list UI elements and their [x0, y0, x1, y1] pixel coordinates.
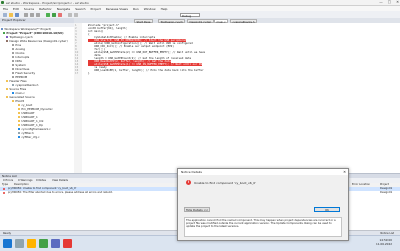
- new-file-icon[interactable]: [3, 12, 7, 17]
- notice-description: prj.M0050: The filter aborted due to err…: [8, 191, 113, 194]
- app-icon: [1, 1, 4, 4]
- window-title: e2 studio - Workspace - Project/src/proj…: [6, 0, 89, 5]
- dialog-title: Notice Details: [178, 169, 348, 175]
- start-menu-icon[interactable]: [3, 239, 12, 248]
- ide-taskbar-icon[interactable]: [51, 239, 60, 248]
- build-icon[interactable]: [46, 12, 50, 17]
- menu-refactor[interactable]: Refactor: [39, 7, 52, 11]
- filter-errors[interactable]: 0 Errors: [3, 179, 13, 183]
- dialog-details-text: The application cannot find the named co…: [184, 217, 342, 237]
- notice-details-dialog: Notice Details ✕ ! Unable to find compon…: [177, 168, 349, 241]
- code-line[interactable]: while(USB_GetEPState(2) == USB_OUT_BUFFE…: [88, 51, 205, 54]
- clock-date: 11.06.2022: [375, 242, 392, 246]
- menu-run[interactable]: Run: [133, 7, 139, 11]
- undo-icon[interactable]: [68, 12, 72, 17]
- window-controls: — □ ✕: [379, 0, 399, 5]
- open-folder-icon[interactable]: [9, 12, 13, 17]
- redo-icon[interactable]: [74, 12, 78, 17]
- menu-edit[interactable]: Edit: [13, 7, 19, 11]
- menu-help[interactable]: Help: [161, 7, 168, 11]
- error-icon: !: [186, 180, 191, 185]
- code-line[interactable]: USB_LoadInEP(1, buffer, length); // Echo…: [88, 69, 203, 72]
- chrome-icon[interactable]: [39, 239, 48, 248]
- error-icon: [3, 191, 6, 195]
- project-explorer-tree: Workspace Workspace\** Project\ Project …: [0, 27, 75, 173]
- cut-icon[interactable]: [24, 12, 28, 17]
- app-taskbar-icon[interactable]: [63, 239, 72, 248]
- view-details-button[interactable]: View Details: [52, 179, 68, 183]
- notice-project: Design01: [380, 191, 393, 194]
- dialog-message: Unable to find component 'cy_boot_v6_0': [194, 181, 256, 185]
- hide-details-button[interactable]: Hide Details <<: [184, 207, 210, 212]
- error-icon: [3, 187, 6, 191]
- dialog-close-button[interactable]: ✕: [343, 169, 346, 175]
- build-config-select[interactable]: Debug: [180, 12, 200, 18]
- menu-window[interactable]: Window: [144, 7, 156, 11]
- maximize-button[interactable]: □: [388, 0, 391, 5]
- tree-item-cyfitter-cfg[interactable]: cyfitter_cfg.c: [18, 136, 40, 139]
- menu-search[interactable]: Search: [75, 7, 85, 11]
- menu-views[interactable]: Renesas Views: [106, 7, 128, 11]
- minimize-button[interactable]: —: [379, 0, 383, 5]
- debug-icon[interactable]: [58, 12, 62, 17]
- search-icon[interactable]: [15, 239, 24, 248]
- menu-project[interactable]: Project: [91, 7, 101, 11]
- paste-icon[interactable]: [36, 12, 40, 17]
- system-clock[interactable]: 14:59:00 11.06.2022: [376, 238, 392, 246]
- menu-source[interactable]: Source: [24, 7, 34, 11]
- program-icon[interactable]: [52, 12, 56, 17]
- file-explorer-icon[interactable]: [27, 239, 36, 248]
- copy-icon[interactable]: [30, 12, 34, 17]
- line-number-gutter: 1 2 3 4 5 6 7 8 9 10 11 12 13 14 15 16 17: [74, 23, 82, 173]
- close-window-button[interactable]: ✕: [396, 0, 399, 5]
- code-line[interactable]: }: [88, 72, 90, 75]
- line-number: 17: [75, 72, 79, 75]
- code-editor[interactable]: 1 2 3 4 5 6 7 8 9 10 11 12 13 14 15 16 17 #include "proj…: [74, 23, 400, 173]
- code-line[interactable]: int main(): [88, 30, 104, 33]
- save-icon[interactable]: [15, 12, 19, 17]
- filter-notes[interactable]: 0 Notes: [36, 179, 46, 183]
- filter-warnings[interactable]: 0 Warnings: [18, 179, 33, 183]
- menu-file[interactable]: File: [3, 7, 8, 11]
- ok-button[interactable]: OK: [314, 207, 340, 212]
- menu-navigate[interactable]: Navigate: [57, 7, 70, 11]
